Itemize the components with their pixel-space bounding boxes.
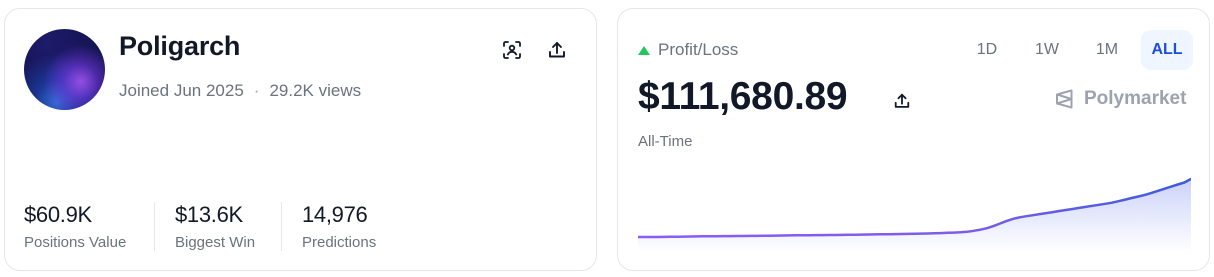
joined-date: Joined Jun 2025: [119, 81, 244, 100]
share-button[interactable]: [544, 37, 570, 63]
stat-positions-value: $60.9K Positions Value: [24, 202, 134, 251]
avatar[interactable]: [24, 29, 105, 110]
scan-qr-button[interactable]: [499, 37, 525, 63]
brand-name: Polymarket: [1084, 88, 1187, 109]
triangle-up-icon: [638, 45, 650, 55]
stat-label: Predictions: [302, 234, 377, 251]
pnl-header: Profit/Loss: [638, 40, 738, 60]
meta-separator: ·: [253, 81, 260, 100]
pnl-chart: [638, 177, 1191, 252]
profile-stats: $60.9K Positions Value $13.6K Biggest Wi…: [24, 202, 402, 251]
tab-all[interactable]: ALL: [1141, 30, 1193, 70]
share-upload-icon: [549, 42, 565, 58]
pnl-value: $111,680.89: [638, 75, 848, 118]
stat-label: Positions Value: [24, 234, 127, 251]
stat-value: $13.6K: [175, 202, 243, 227]
username: Poligarch: [119, 31, 241, 61]
polymarket-brand: Polymarket: [1054, 88, 1186, 110]
pnl-share-button[interactable]: [890, 89, 914, 113]
share-upload-icon: [894, 93, 910, 108]
pnl-label: Profit/Loss: [658, 40, 739, 59]
scan-qr-icon: [503, 41, 521, 59]
stat-biggest-win: $13.6K Biggest Win: [175, 202, 261, 251]
tab-1w[interactable]: 1W: [1021, 30, 1073, 70]
tab-1m[interactable]: 1M: [1081, 30, 1133, 70]
stat-value: $60.9K: [24, 202, 92, 227]
stat-divider: [154, 202, 155, 251]
stat-label: Biggest Win: [175, 234, 256, 251]
stat-divider: [281, 202, 282, 251]
period-tabs: 1D 1W 1M ALL: [961, 30, 1193, 70]
stat-value: 14,976: [302, 202, 368, 227]
pnl-period-label: All-Time: [638, 133, 693, 150]
tab-1d[interactable]: 1D: [961, 30, 1013, 70]
view-count: 29.2K views: [269, 81, 362, 100]
chart-area-fill: [638, 179, 1191, 252]
polymarket-logo-icon: [1056, 89, 1073, 109]
stat-predictions: 14,976 Predictions: [302, 202, 402, 251]
pnl-card: Profit/Loss $111,680.89 All-Time 1D 1W 1…: [617, 8, 1210, 271]
profile-card: Poligarch Joined Jun 2025 · 29.2K views …: [4, 8, 597, 271]
profile-meta: Joined Jun 2025 · 29.2K views: [119, 81, 361, 101]
